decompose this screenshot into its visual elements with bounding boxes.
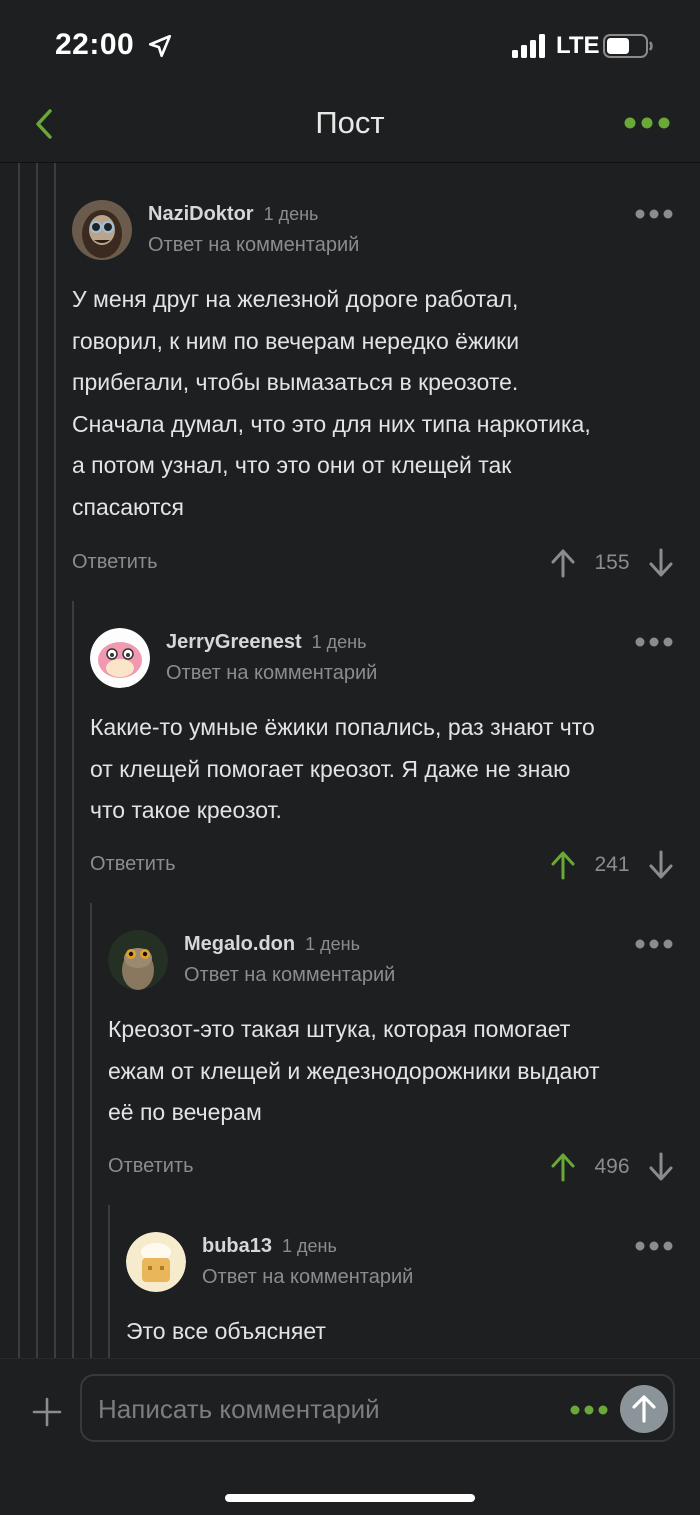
reply-to-link[interactable]: Ответ на комментарий [148, 234, 359, 257]
comment-input-box [80, 1374, 675, 1442]
network-type: LTE [556, 32, 600, 59]
thread-line [18, 163, 20, 1358]
home-indicator[interactable] [225, 1494, 475, 1502]
comment-time: 1 день [305, 934, 360, 954]
vote-score: 155 [594, 551, 630, 574]
thread-line [90, 903, 92, 1358]
status-time: 22:00 [55, 28, 135, 61]
comment-line: Какие-то умные ёжики попались, раз знают… [90, 714, 595, 740]
reply-button[interactable]: Ответить [108, 1155, 194, 1178]
comment-line: прибегали, чтобы вымазаться в креозоте. [72, 369, 519, 395]
comment: JerryGreenest 1 день Ответ на комментарий… [90, 601, 700, 903]
comment-body: Это все объясняет [126, 1311, 686, 1353]
comment-body: Креозот-это такая штука, которая помогае… [108, 1009, 698, 1134]
location-arrow-icon [148, 34, 172, 58]
comment: NaziDoktor 1 день Ответ на комментарий У … [72, 163, 700, 601]
avatar[interactable] [72, 200, 132, 260]
navigation-bar: Пост [0, 95, 700, 163]
avatar-image-icon [90, 628, 150, 688]
comment-line: говорил, к ним по вечерам нередко ёжики [72, 327, 520, 354]
reply-to-link[interactable]: Ответ на комментарий [202, 1266, 413, 1289]
comment-time: 1 день [263, 204, 319, 224]
thread-line [72, 601, 74, 1358]
thread-line [36, 163, 38, 1358]
page-title: Пост [315, 105, 385, 140]
author-name[interactable]: NaziDoktor [148, 203, 254, 225]
comment-author[interactable]: NaziDoktor 1 день [148, 203, 318, 226]
comment-thread: NaziDoktor 1 день Ответ на комментарий У … [0, 163, 700, 1358]
avatar[interactable] [126, 1232, 186, 1292]
downvote-arrow-icon[interactable] [648, 850, 674, 880]
comment-author[interactable]: JerryGreenest 1 день [166, 631, 367, 654]
send-arrow-icon [632, 1395, 656, 1423]
comment-line: Это все объясняет [126, 1318, 326, 1344]
upvote-arrow-icon[interactable] [550, 850, 576, 880]
comment-body: У меня друг на железной дороге работал, … [72, 279, 692, 528]
cellular-signal-icon [512, 34, 545, 58]
reply-button[interactable]: Ответить [72, 551, 158, 574]
author-name[interactable]: buba13 [202, 1235, 272, 1257]
comment-line: Креозот-это такая штука, которая помогае… [108, 1016, 571, 1042]
upvote-arrow-icon[interactable] [550, 548, 576, 578]
comment-line: от клещей помогает креозот. Я даже не зн… [90, 755, 571, 782]
vote-score: 496 [594, 1155, 630, 1178]
add-attachment-icon[interactable] [32, 1397, 62, 1427]
author-name[interactable]: Megalo.don [184, 933, 295, 955]
comment-menu-icon[interactable] [634, 636, 674, 648]
comment-author[interactable]: buba13 1 день [202, 1235, 337, 1258]
comment: Megalo.don 1 день Ответ на комментарий Кр… [108, 903, 700, 1205]
comment-line: У меня друг на железной дороге работал, [72, 286, 519, 312]
reply-button[interactable]: Ответить [90, 853, 176, 876]
comment-line: а потом узнал, что это они от клещей так [72, 452, 512, 478]
avatar-image-icon [72, 200, 132, 260]
comment-line: Сначала думал, что это для них типа нарк… [72, 410, 591, 437]
send-button[interactable] [620, 1385, 668, 1433]
author-name[interactable]: JerryGreenest [166, 631, 302, 653]
comment-line: ежам от клещей и жедезнодорожники выдают [108, 1057, 600, 1084]
comment-line: её по вечерам [108, 1099, 262, 1125]
battery-icon [603, 34, 653, 58]
downvote-arrow-icon[interactable] [648, 548, 674, 578]
avatar-image-icon [108, 930, 168, 990]
comment: buba13 1 день Ответ на комментарий Это вс… [126, 1205, 700, 1358]
comment-line: спасаются [72, 493, 185, 520]
vote-score: 241 [594, 853, 630, 876]
comment-composer-bar [0, 1358, 700, 1515]
comment-time: 1 день [282, 1236, 337, 1256]
comment-author[interactable]: Megalo.don 1 день [184, 933, 360, 956]
more-options-icon[interactable] [622, 111, 672, 135]
comment-time: 1 день [311, 632, 367, 652]
comment-body: Какие-то умные ёжики попались, раз знают… [90, 707, 695, 832]
comment-menu-icon[interactable] [634, 208, 674, 220]
comment-menu-icon[interactable] [634, 1240, 674, 1252]
more-options-icon[interactable] [569, 1404, 609, 1416]
thread-line [108, 1205, 110, 1358]
avatar[interactable] [90, 628, 150, 688]
comment-line: что такое креозот. [90, 797, 282, 823]
comment-input[interactable] [98, 1392, 538, 1426]
thread-line [54, 163, 56, 1358]
status-bar: 22:00 LTE [0, 0, 700, 95]
upvote-arrow-icon[interactable] [550, 1152, 576, 1182]
reply-to-link[interactable]: Ответ на комментарий [166, 662, 377, 685]
comment-menu-icon[interactable] [634, 938, 674, 950]
downvote-arrow-icon[interactable] [648, 1152, 674, 1182]
avatar-image-icon [126, 1232, 186, 1292]
reply-to-link[interactable]: Ответ на комментарий [184, 964, 395, 987]
avatar[interactable] [108, 930, 168, 990]
